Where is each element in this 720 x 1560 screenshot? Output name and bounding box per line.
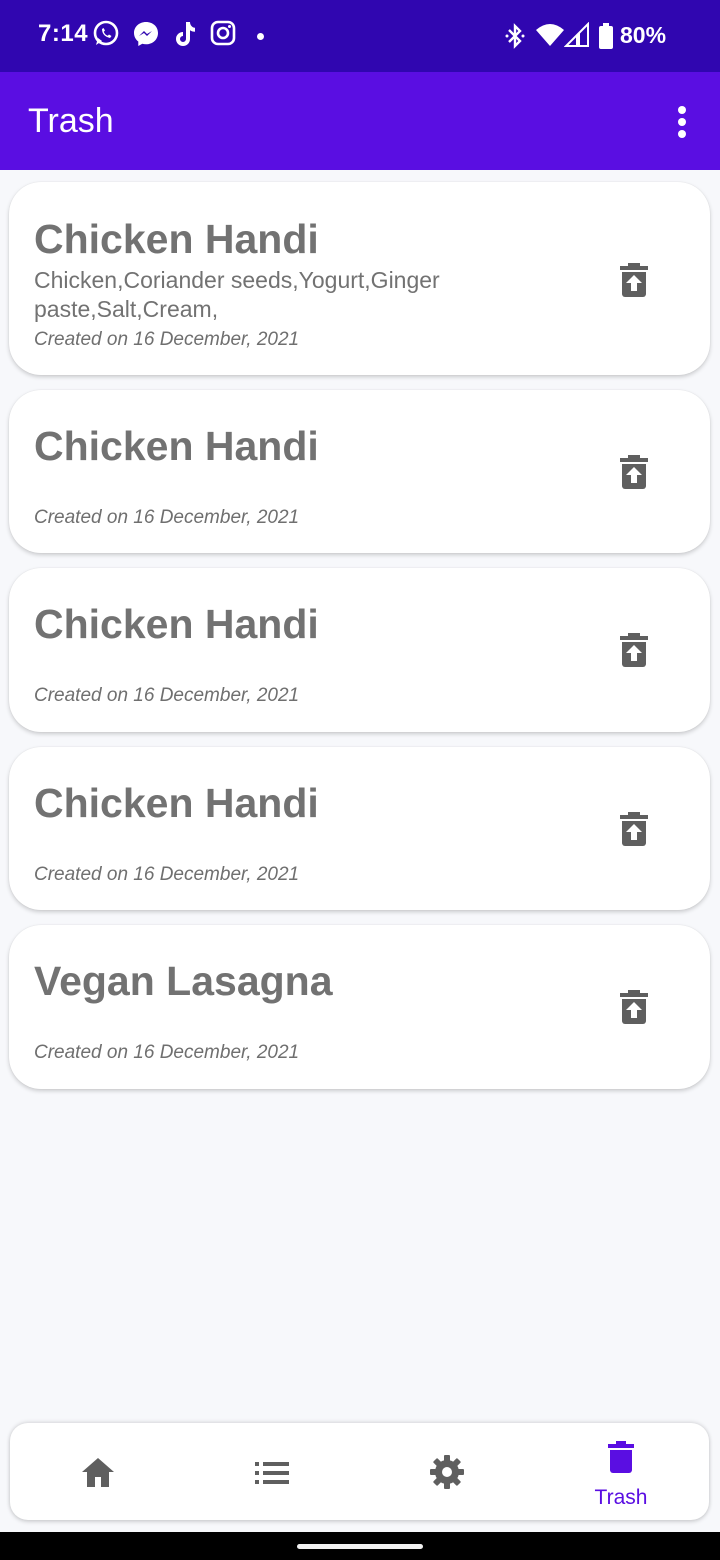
restore-from-trash-icon — [620, 990, 648, 1024]
page-title: Trash — [28, 102, 114, 140]
recipe-ingredients: Chicken,Coriander seeds,Yogurt,Ginger pa… — [34, 267, 440, 322]
status-time: 7:14 — [38, 20, 89, 47]
trash-item[interactable]: Chicken Handi Created on 16 December, 20… — [9, 747, 710, 910]
recipe-title: Chicken Handi — [34, 780, 319, 826]
status-bar: 7:14 80% — [0, 0, 720, 72]
nav-item-trash[interactable]: Trash — [551, 1423, 691, 1520]
trash-item[interactable]: Chicken Handi Created on 16 December, 20… — [9, 390, 710, 553]
recipe-title: Chicken Handi — [34, 601, 319, 647]
restore-from-trash-icon — [620, 455, 648, 489]
recipe-date: Created on 16 December, 2021 — [34, 329, 300, 350]
recipe-date: Created on 16 December, 2021 — [34, 864, 300, 885]
settings-icon — [430, 1455, 464, 1489]
nav-label-trash: Trash — [594, 1486, 648, 1509]
nav-item-settings[interactable] — [377, 1423, 517, 1520]
nav-item-list[interactable] — [202, 1423, 342, 1520]
app-bar: Trash — [0, 72, 720, 170]
restore-from-trash-icon — [620, 633, 648, 667]
gesture-handle[interactable] — [297, 1544, 423, 1549]
recipe-date: Created on 16 December, 2021 — [34, 507, 300, 528]
restore-button[interactable] — [619, 632, 649, 668]
home-icon — [82, 1458, 114, 1487]
nav-item-home[interactable] — [28, 1423, 168, 1520]
restore-button[interactable] — [619, 811, 649, 847]
recipe-title: Chicken Handi — [34, 216, 319, 262]
bottom-navigation: Trash — [10, 1423, 709, 1520]
recipe-date: Created on 16 December, 2021 — [34, 685, 300, 706]
recipe-title: Chicken Handi — [34, 423, 319, 469]
restore-button[interactable] — [619, 989, 649, 1025]
recipe-title: Vegan Lasagna — [34, 958, 333, 1004]
status-icons-right — [504, 22, 614, 52]
restore-button[interactable] — [619, 454, 649, 490]
trash-item[interactable]: Chicken Handi Chicken,Coriander seeds,Yo… — [9, 182, 710, 375]
tiktok-icon — [176, 22, 195, 46]
bluetooth-icon — [505, 23, 525, 49]
messenger-icon — [134, 22, 158, 46]
trash-item[interactable]: Chicken Handi Created on 16 December, 20… — [9, 568, 710, 732]
restore-from-trash-icon — [620, 812, 648, 846]
battery-percentage: 80% — [620, 22, 667, 48]
restore-button[interactable] — [619, 262, 649, 298]
trash-icon — [608, 1441, 634, 1473]
recipe-date: Created on 16 December, 2021 — [34, 1042, 300, 1063]
notification-dot — [257, 33, 264, 40]
restore-from-trash-icon — [620, 263, 648, 297]
cell-signal-icon — [564, 22, 589, 47]
list-icon — [255, 1462, 289, 1484]
wifi-icon — [536, 24, 564, 46]
battery-icon — [599, 23, 613, 49]
more-vert-icon — [678, 106, 686, 138]
trash-item[interactable]: Vegan Lasagna Created on 16 December, 20… — [9, 925, 710, 1089]
whatsapp-icon — [93, 20, 119, 46]
overflow-menu-button[interactable] — [664, 102, 700, 142]
system-navigation-bar — [0, 1532, 720, 1560]
instagram-icon — [210, 20, 236, 46]
